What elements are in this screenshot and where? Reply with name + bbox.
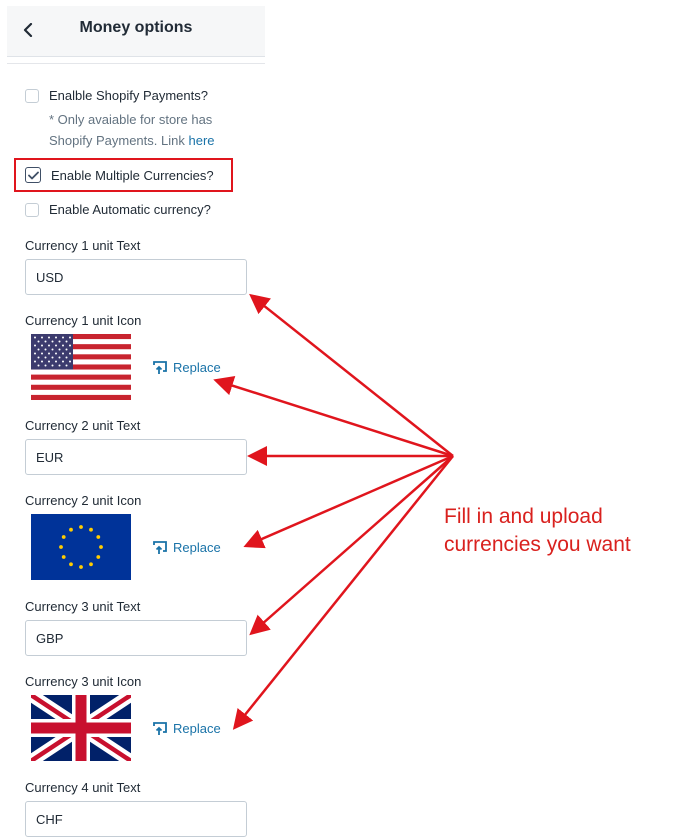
annotation-text: Fill in and upload currencies you want bbox=[444, 503, 684, 559]
annotation-line-2: currencies you want bbox=[444, 533, 631, 556]
arrow-to-currency-3-text bbox=[249, 455, 454, 636]
arrow-to-currency-1-text bbox=[249, 293, 454, 457]
arrow-to-currency-2-replace bbox=[243, 454, 454, 549]
annotation-line-1: Fill in and upload bbox=[444, 505, 603, 528]
arrow-to-currency-1-replace bbox=[213, 376, 454, 458]
annotation-arrows bbox=[213, 293, 454, 730]
arrow-to-currency-3-replace bbox=[232, 455, 454, 730]
